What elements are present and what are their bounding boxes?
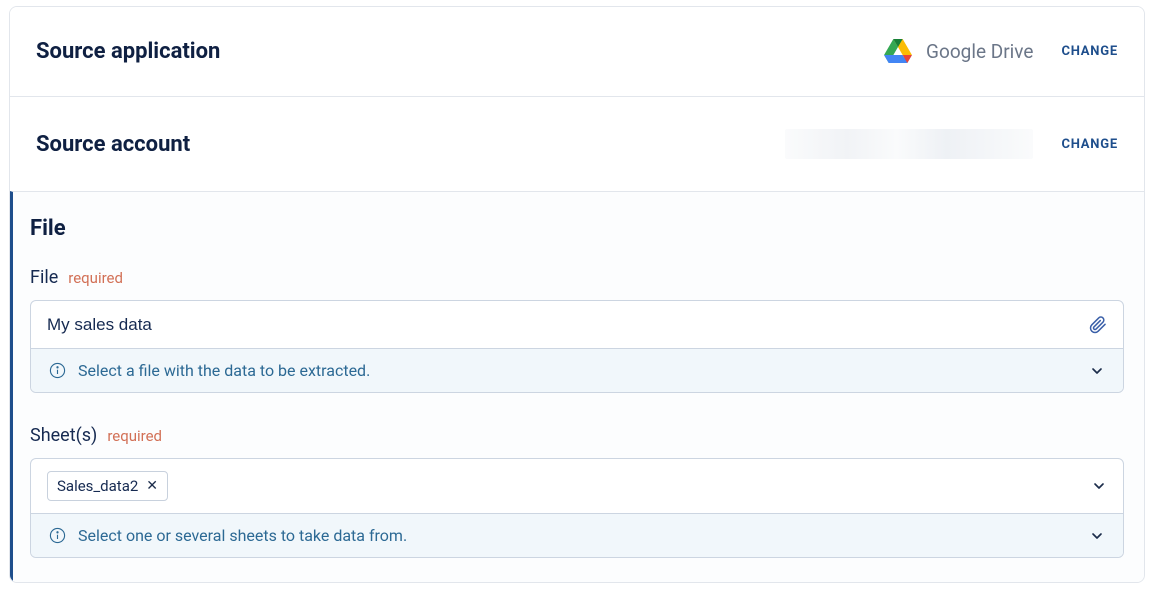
file-field-label: File [30, 267, 58, 288]
sheet-chip-label: Sales_data2 [57, 477, 138, 495]
file-field-required: required [68, 269, 123, 287]
source-application-section: Source application Google Drive CHANGE [10, 7, 1144, 96]
file-field-combo: Select a file with the data to be extrac… [30, 300, 1124, 393]
sheets-field-label: Sheet(s) [30, 425, 97, 446]
change-source-app-button[interactable]: CHANGE [1061, 44, 1118, 59]
file-section-title: File [30, 216, 1124, 241]
google-drive-icon [884, 39, 912, 64]
config-card: Source application Google Drive CHANGE [9, 6, 1145, 583]
chevron-down-icon[interactable] [1091, 478, 1107, 494]
close-icon[interactable]: ✕ [146, 478, 158, 494]
sheets-field-combo: Sales_data2 ✕ Select one or several shee… [30, 458, 1124, 558]
sheets-field-input-row[interactable]: Sales_data2 ✕ [31, 459, 1123, 514]
file-input[interactable] [47, 315, 1079, 335]
sheet-chip[interactable]: Sales_data2 ✕ [47, 471, 168, 501]
info-icon [49, 362, 66, 379]
file-field-hint: Select a file with the data to be extrac… [78, 361, 370, 380]
sheets-field-label-row: Sheet(s) required [30, 425, 1124, 446]
file-field-label-row: File required [30, 267, 1124, 288]
source-application-title: Source application [36, 39, 220, 64]
source-application-right: Google Drive CHANGE [884, 39, 1118, 64]
source-account-right: CHANGE [785, 129, 1118, 159]
source-application-name: Google Drive [926, 40, 1033, 63]
sheets-field-hint: Select one or several sheets to take dat… [78, 526, 407, 545]
sheets-field-required: required [107, 427, 162, 445]
file-field-input-row[interactable] [31, 301, 1123, 349]
file-field-hint-row[interactable]: Select a file with the data to be extrac… [31, 349, 1123, 392]
file-config-section: File File required Select a file with th… [10, 191, 1144, 582]
source-account-title: Source account [36, 132, 190, 157]
change-source-account-button[interactable]: CHANGE [1061, 137, 1118, 152]
sheets-field-hint-row[interactable]: Select one or several sheets to take dat… [31, 514, 1123, 557]
source-account-value-redacted [785, 129, 1033, 159]
chevron-down-icon[interactable] [1089, 528, 1105, 544]
info-icon [49, 527, 66, 544]
source-application-value: Google Drive [884, 39, 1033, 64]
source-account-section: Source account CHANGE [10, 96, 1144, 191]
attachment-icon[interactable] [1089, 316, 1107, 334]
chevron-down-icon[interactable] [1089, 363, 1105, 379]
